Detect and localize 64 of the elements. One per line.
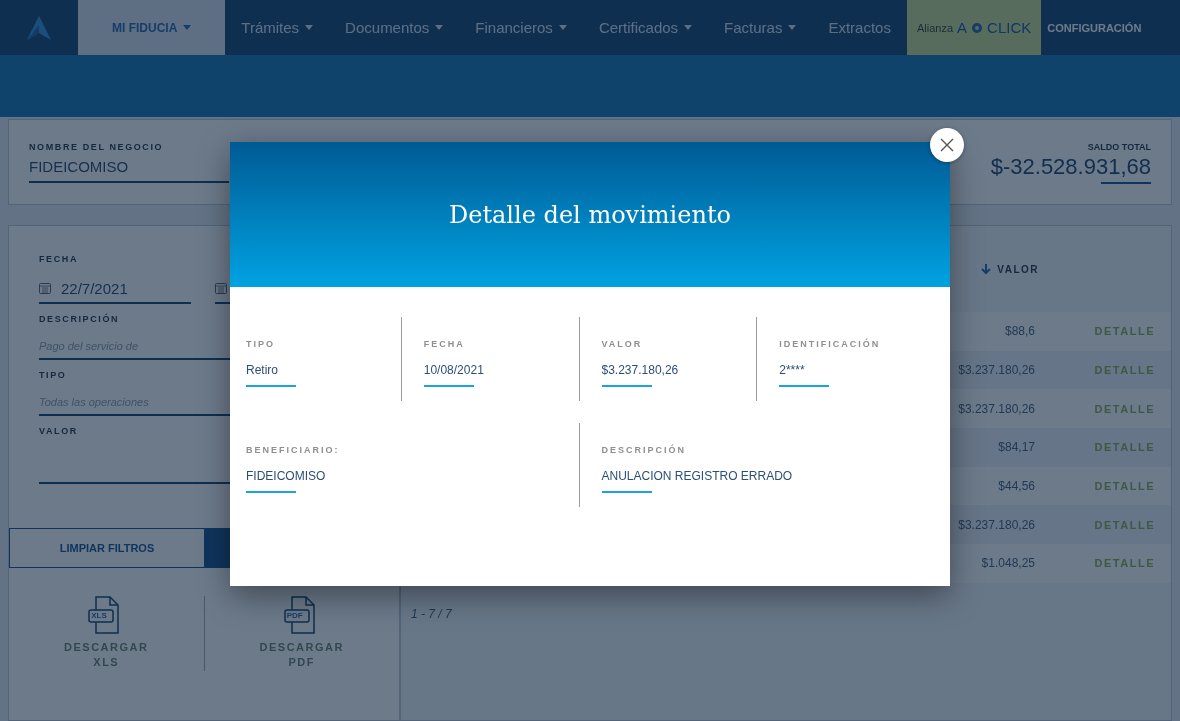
detail-value: 2**** (779, 363, 806, 377)
detail-value: 10/08/2021 (423, 363, 485, 377)
table-cell-text: $3.237.180,26 (957, 363, 1035, 378)
nav-menu-item[interactable]: MI FIDUCIA (78, 0, 226, 55)
pagination-text: 1 - 7 / 7 (410, 605, 453, 623)
logo-icon (26, 14, 52, 41)
detail-link[interactable]: DETALLE (1035, 557, 1171, 570)
detail-link[interactable]: DETALLE (1035, 441, 1171, 454)
table-cell-text: $88,6 (1003, 324, 1035, 339)
calendar-icon (215, 282, 227, 294)
nav-menu-item[interactable]: Trámites (225, 0, 330, 55)
calendar-icon (39, 282, 51, 294)
balance-label: SALDO TOTAL (1087, 142, 1151, 152)
table-cell-text: $84,17 (997, 440, 1035, 455)
arrow-down-icon (981, 263, 992, 275)
detail-label: IDENTIFICACIÓN (779, 339, 882, 349)
detail-link[interactable]: DETALLE (1035, 325, 1171, 338)
date-value: 22/7/2021 (61, 279, 128, 297)
clear-filters-button[interactable]: LIMPIAR FILTROS (9, 528, 205, 568)
field-label: DESCRIPCIÓN (39, 314, 121, 324)
detail-label: DESCRIPCIÓN (601, 445, 687, 455)
detail-value: Retiro (246, 363, 279, 377)
file-type-label: XLS (91, 611, 107, 620)
nav-menu-item[interactable]: Financieros (459, 0, 583, 55)
brand-text: A (957, 19, 968, 36)
detail-value: $3.237.180,26 (601, 363, 680, 377)
detail-label: BENEFICIARIO: (246, 445, 341, 455)
detail-link[interactable]: DETALLE (1035, 402, 1171, 415)
dialog-title: Detalle del movimiento (448, 200, 732, 229)
nav-menu-item[interactable]: Certificados (582, 0, 709, 55)
field-label: FECHA (39, 254, 79, 264)
table-cell-text: $3.237.180,26 (957, 401, 1035, 416)
date-field[interactable]: 22/7/2021 (39, 274, 191, 304)
detail-link[interactable]: DETALLE (1035, 480, 1171, 493)
detail-value: ANULACION REGISTRO ERRADO (601, 469, 794, 483)
close-icon (940, 138, 954, 152)
column-header[interactable]: VALOR (981, 263, 1039, 275)
nav-menu-item[interactable]: Extractos (812, 0, 907, 55)
settings-link[interactable]: CONFIGURACIÓN (1041, 0, 1148, 55)
file-type-label: PDF (286, 611, 303, 620)
field-label: NOMBRE DEL NEGOCIO (29, 142, 165, 152)
nav-menu-item[interactable]: Documentos (329, 0, 460, 55)
download-button[interactable]: PDF DESCARGAR PDF (203, 596, 399, 671)
circle-logo-icon (971, 21, 984, 34)
table-cell-text: $44,56 (997, 479, 1035, 494)
detail-label: VALOR (601, 339, 644, 349)
field-label: VALOR (39, 426, 79, 436)
detail-label: FECHA (423, 339, 466, 349)
table-cell-text: $3.237.180,26 (957, 517, 1035, 532)
detail-label: TIPO (246, 339, 276, 349)
business-select[interactable]: FIDEICOMISO (29, 158, 229, 183)
balance-value: $-32.528.931,68 (990, 154, 1151, 180)
download-label: DESCARGAR XLS (63, 640, 150, 671)
field-label: TIPO (39, 370, 68, 380)
table-cell-text: $1.048,25 (980, 556, 1035, 571)
nav-menu-item[interactable]: Facturas (708, 0, 813, 55)
detail-link[interactable]: DETALLE (1035, 518, 1171, 531)
detail-value: FIDEICOMISO (246, 469, 327, 483)
download-button[interactable]: XLS DESCARGAR XLS (9, 596, 204, 671)
download-label: DESCARGAR PDF (258, 640, 345, 671)
alliance-label: Alianza (916, 21, 954, 34)
brand-text: CLICK (987, 19, 1032, 36)
alliance-link[interactable]: Alianza A CLICK (906, 0, 1042, 55)
detail-link[interactable]: DETALLE (1035, 364, 1171, 377)
